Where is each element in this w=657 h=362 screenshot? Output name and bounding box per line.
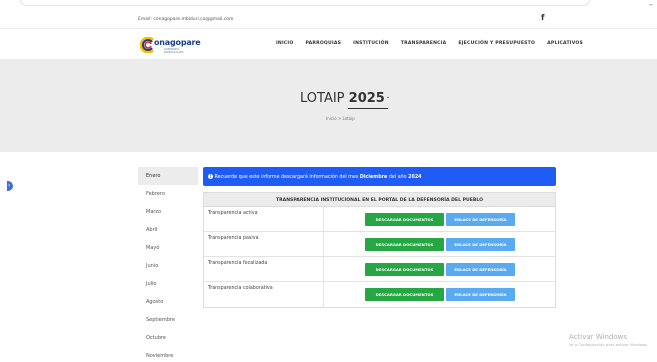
chevron-right-icon: › [8, 182, 11, 189]
alert-text: Recuerde que este informe descargará inf… [214, 175, 360, 180]
year-value: 2025 [348, 91, 385, 106]
defensoria-link-button[interactable]: ENLACE DE DEFENSORÍA [446, 288, 515, 301]
logo-text: onagopare [154, 38, 201, 47]
nav-item-institucion[interactable]: INSTITUCIÓN [353, 41, 389, 46]
table-row: Transparencia focalizada DESCARGAR DOCUM… [204, 257, 555, 282]
nav-item-aplicativos[interactable]: APLICATIVOS [547, 41, 583, 46]
windows-activation-watermark: Activar Windows Ve a Configuración para … [569, 333, 648, 347]
defensoria-link-button[interactable]: ENLACE DE DEFENSORÍA [446, 263, 515, 276]
facebook-icon[interactable]: f [541, 13, 544, 22]
breadcrumb[interactable]: Inicio > Lotaip [326, 116, 355, 121]
logo-subtitle: GOBIERNOS PARROQUIALES [164, 48, 184, 54]
column-divider [323, 257, 324, 281]
download-documents-button[interactable]: DESCARGAR DOCUMENTOS [365, 263, 444, 276]
address-bar [20, 0, 590, 6]
nav-item-parroquias[interactable]: PARROQUIAS [305, 41, 341, 46]
month-item-abril[interactable]: Abril [138, 221, 198, 239]
month-item-julio[interactable]: Julio [138, 275, 198, 293]
main-nav: onagopare GOBIERNOS PARROQUIALES INICIO … [0, 29, 657, 59]
minimize-icon[interactable]: – [649, 0, 654, 10]
browser-top-strip: – [0, 0, 657, 10]
row-label: Transparencia pasiva [208, 236, 259, 241]
column-divider [323, 207, 324, 231]
download-documents-button[interactable]: DESCARGAR DOCUMENTOS [365, 213, 444, 226]
alert-month: Diciembre [359, 175, 388, 180]
month-item-agosto[interactable]: Agosto [138, 293, 198, 311]
row-label: Transparencia activa [208, 211, 258, 216]
month-item-mayo[interactable]: Mayo [138, 239, 198, 257]
download-documents-button[interactable]: DESCARGAR DOCUMENTOS [365, 238, 444, 251]
month-item-octubre[interactable]: Octubre [138, 329, 198, 347]
side-toggle-button[interactable]: › [7, 181, 13, 191]
defensoria-link-button[interactable]: ENLACE DE DEFENSORÍA [446, 213, 515, 226]
month-list: Enero Febrero Marzo Abril Mayo Junio Jul… [138, 167, 198, 362]
download-documents-button[interactable]: DESCARGAR DOCUMENTOS [365, 288, 444, 301]
nav-item-ejecucion[interactable]: EJECUCIÓN Y PRESUPUESTO [458, 41, 535, 46]
table-header: TRANSPARENCIA INSTITUCIONAL EN EL PORTAL… [204, 193, 555, 207]
column-divider [323, 232, 324, 256]
page-title-prefix: LOTAIP [300, 91, 345, 106]
month-item-junio[interactable]: Junio [138, 257, 198, 275]
contact-email: Email: conagopare.mbiduri.co@gmail.com [138, 17, 234, 22]
info-icon: ! [208, 174, 213, 179]
nav-menu: INICIO PARROQUIAS INSTITUCIÓN TRANSPAREN… [276, 41, 595, 46]
alert-year: 2024 [408, 175, 422, 180]
nav-item-transparencia[interactable]: TRANSPARENCIA [401, 41, 447, 46]
contact-bar: Email: conagopare.mbiduri.co@gmail.com f [0, 11, 657, 29]
month-item-noviembre[interactable]: Noviembre [138, 347, 198, 362]
page-title: LOTAIP 2025⌄ [300, 91, 390, 106]
year-underline [348, 108, 388, 109]
table-row: Transparencia activa DESCARGAR DOCUMENTO… [204, 207, 555, 232]
month-item-septiembre[interactable]: Septiembre [138, 311, 198, 329]
transparency-table: TRANSPARENCIA INSTITUCIONAL EN EL PORTAL… [203, 192, 556, 308]
table-row: Transparencia colaborativa DESCARGAR DOC… [204, 282, 555, 307]
month-item-febrero[interactable]: Febrero [138, 185, 198, 203]
watermark-title: Activar Windows [569, 333, 627, 341]
defensoria-link-button[interactable]: ENLACE DE DEFENSORÍA [446, 238, 515, 251]
nav-item-inicio[interactable]: INICIO [276, 41, 293, 46]
chevron-down-icon: ⌄ [385, 94, 391, 100]
row-label: Transparencia focalizada [208, 261, 268, 266]
table-row: Transparencia pasiva DESCARGAR DOCUMENTO… [204, 232, 555, 257]
year-selector[interactable]: 2025⌄ [349, 91, 390, 106]
hero-banner: LOTAIP 2025⌄ Inicio > Lotaip [0, 59, 657, 152]
alert-mid: del año [387, 175, 409, 180]
watermark-subtitle: Ve a Configuración para activar Windows. [569, 342, 649, 347]
info-alert: ! Recuerde que este informe descargará i… [203, 167, 556, 186]
site-logo[interactable]: onagopare GOBIERNOS PARROQUIALES [140, 35, 201, 54]
month-item-enero[interactable]: Enero [138, 167, 198, 185]
column-divider [323, 282, 324, 307]
month-item-marzo[interactable]: Marzo [138, 203, 198, 221]
page: – Email: conagopare.mbiduri.co@gmail.com… [0, 0, 657, 362]
row-label: Transparencia colaborativa [208, 286, 273, 291]
